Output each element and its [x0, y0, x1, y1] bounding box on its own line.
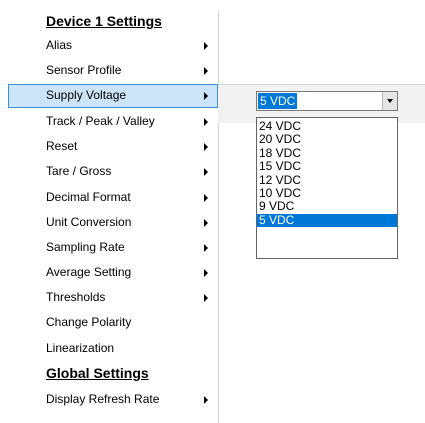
menu-item-decimal-format[interactable]: Decimal Format	[8, 186, 218, 210]
chevron-right-icon	[204, 269, 208, 277]
chevron-right-icon	[204, 219, 208, 227]
supply-voltage-dropdown-list: 24 VDC 20 VDC 18 VDC 15 VDC 12 VDC 10 VDC 9 VD…	[256, 117, 398, 259]
menu-item-thresholds[interactable]: Thresholds	[8, 286, 218, 310]
combobox-selected-value: 5 VDC	[258, 93, 298, 109]
menu-item-label: Change Polarity	[46, 315, 132, 329]
menu-item-supply-voltage[interactable]: Supply Voltage	[8, 84, 218, 108]
menu-item-label: Alias	[46, 38, 73, 52]
chevron-right-icon	[204, 92, 208, 100]
menu-item-label: Global Settings	[46, 365, 149, 381]
menu-item-track-peak-valley[interactable]: Track / Peak / Valley	[8, 110, 218, 134]
menu-item-average-setting[interactable]: Average Setting	[8, 261, 218, 285]
chevron-right-icon	[204, 67, 208, 75]
chevron-right-icon	[204, 294, 208, 302]
chevron-right-icon	[204, 42, 208, 50]
menu-item-label: Average Setting	[46, 265, 132, 279]
menu-item-label: Tare / Gross	[46, 164, 112, 178]
menu-right-border	[218, 10, 219, 423]
menu-item-reset[interactable]: Reset	[8, 135, 218, 159]
menu-header-global-settings: Global Settings	[8, 362, 218, 386]
menu-item-label: Reset	[46, 139, 78, 153]
menu-item-label: Unit Conversion	[46, 215, 132, 229]
menu-item-label: Linearization	[46, 341, 115, 355]
dropdown-option[interactable]: 15 VDC	[257, 159, 397, 173]
menu-item-linearization[interactable]: Linearization	[8, 337, 218, 361]
menu-item-sampling-rate[interactable]: Sampling Rate	[8, 236, 218, 260]
supply-voltage-combobox[interactable]: 5 VDC	[256, 91, 398, 111]
chevron-right-icon	[204, 118, 208, 126]
menu-item-label: Sensor Profile	[46, 63, 122, 77]
chevron-right-icon	[204, 143, 208, 151]
menu-item-label: Device 1 Settings	[46, 13, 162, 29]
menu-item-label: Decimal Format	[46, 190, 131, 204]
menu-item-tare-gross[interactable]: Tare / Gross	[8, 160, 218, 184]
menu-item-label: Track / Peak / Valley	[46, 114, 155, 128]
chevron-down-icon[interactable]	[382, 92, 397, 110]
chevron-right-icon	[204, 244, 208, 252]
menu-item-sensor-profile[interactable]: Sensor Profile	[8, 59, 218, 83]
menu-item-label: Display Refresh Rate	[46, 392, 160, 406]
menu-header-device-1-settings: Device 1 Settings	[8, 10, 218, 34]
menu-item-label: Sampling Rate	[46, 240, 125, 254]
chevron-right-icon	[204, 396, 208, 404]
menu-item-label: Supply Voltage	[46, 88, 127, 102]
dropdown-option[interactable]: 5 VDC	[257, 213, 397, 228]
chevron-right-icon	[204, 168, 208, 176]
dropdown-option[interactable]: 24 VDC	[257, 119, 397, 133]
dropdown-option[interactable]: 10 VDC	[257, 186, 397, 200]
menu-item-change-polarity[interactable]: Change Polarity	[8, 311, 218, 335]
menu-item-display-refresh-rate[interactable]: Display Refresh Rate	[8, 388, 218, 412]
dropdown-option[interactable]: 12 VDC	[257, 173, 397, 187]
menu-item-unit-conversion[interactable]: Unit Conversion	[8, 211, 218, 235]
menu-item-alias[interactable]: Alias	[8, 34, 218, 58]
dropdown-option[interactable]: 18 VDC	[257, 146, 397, 160]
dropdown-option[interactable]: 9 VDC	[257, 199, 397, 213]
dropdown-option[interactable]: 20 VDC	[257, 132, 397, 146]
settings-context-menu: Device 1 Settings Alias Sensor Profile Supp…	[8, 10, 219, 423]
chevron-right-icon	[204, 194, 208, 202]
menu-item-label: Thresholds	[46, 290, 106, 304]
